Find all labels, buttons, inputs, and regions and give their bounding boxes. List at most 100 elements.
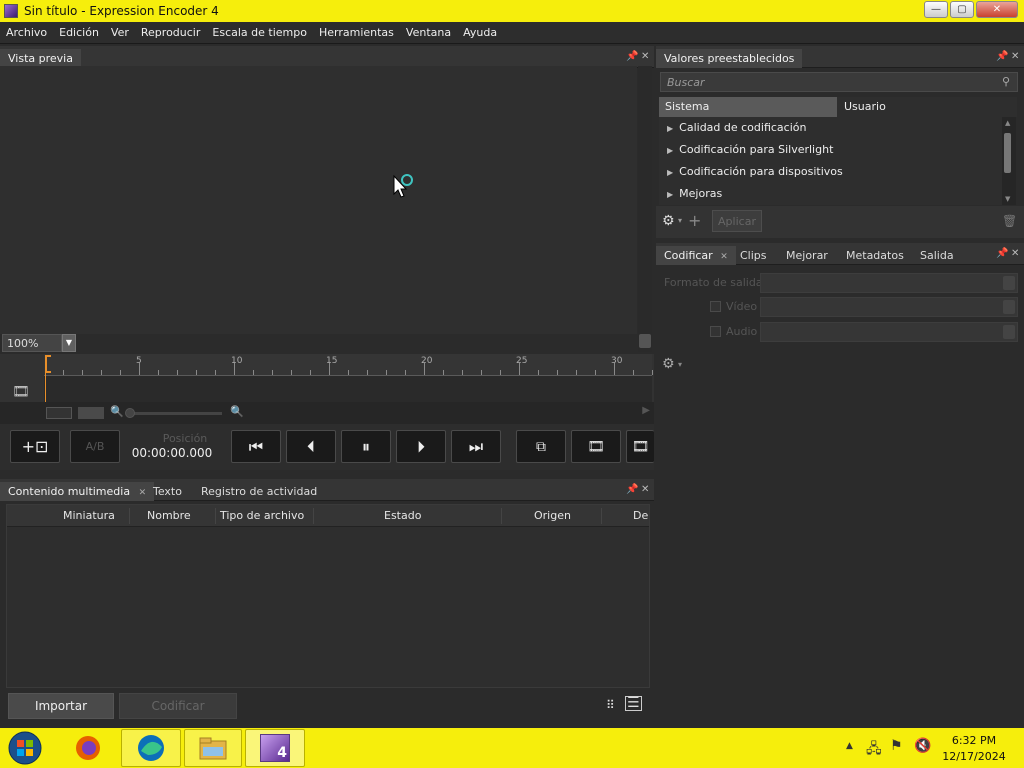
zoom-in-icon[interactable]: 🔍 — [230, 405, 244, 418]
next-frame-button[interactable]: ⏵ — [396, 430, 446, 463]
grid-header: Miniatura Nombre Tipo de archivo Estado … — [7, 505, 649, 527]
tab-contenido-multimedia[interactable]: Contenido multimedia ✕ — [0, 482, 155, 501]
video-checkbox[interactable] — [710, 301, 721, 312]
gear-icon[interactable]: ⚙ — [662, 356, 675, 372]
plus-icon[interactable]: + — [688, 211, 701, 230]
menu-escala-de-tiempo[interactable]: Escala de tiempo — [206, 26, 313, 39]
tab-clips[interactable]: Clips — [732, 246, 775, 265]
output-format-field[interactable] — [760, 273, 1018, 293]
fit-timeline-button[interactable] — [46, 407, 72, 419]
audio-field[interactable] — [760, 322, 1018, 342]
column-tipo-de-archivo[interactable]: Tipo de archivo — [220, 509, 304, 522]
close-icon[interactable]: ✕ — [1011, 248, 1019, 259]
tab-texto[interactable]: Texto — [145, 482, 190, 501]
action-center-icon[interactable]: ⚑ — [890, 738, 903, 754]
previous-frame-button[interactable]: ⏴ — [286, 430, 336, 463]
add-marker-button[interactable]: +⊡ — [10, 430, 60, 463]
column-miniatura[interactable]: Miniatura — [63, 509, 115, 522]
encode-button[interactable]: Codificar — [119, 693, 237, 719]
volume-muted-icon[interactable]: 🔇 — [914, 738, 931, 754]
list-item[interactable]: ▶ Mejoras — [667, 183, 722, 205]
film-icon[interactable]: 🎞 — [626, 430, 654, 463]
column-nombre[interactable]: Nombre — [147, 509, 191, 522]
menu-edicion[interactable]: Edición — [53, 26, 105, 39]
menu-ver[interactable]: Ver — [105, 26, 135, 39]
taskbar-file-explorer[interactable] — [184, 729, 242, 767]
preview-scrollbar[interactable] — [638, 66, 652, 352]
split-clip-button[interactable]: ⧉ — [516, 430, 566, 463]
pin-icon[interactable]: 📌 — [626, 51, 638, 62]
list-view-icon[interactable]: ☰ — [625, 696, 642, 711]
presets-scrollbar[interactable]: ▲ ▼ — [1002, 117, 1016, 205]
menu-ventana[interactable]: Ventana — [400, 26, 457, 39]
taskbar-firefox[interactable] — [72, 733, 104, 763]
position-value[interactable]: 00:00:00.000 — [126, 446, 218, 460]
taskbar-expression-encoder[interactable]: 4 — [245, 729, 305, 767]
column-estado[interactable]: Estado — [384, 509, 421, 522]
timeline-ruler[interactable]: 5 10 15 20 25 30 — [44, 354, 653, 376]
close-icon[interactable]: ✕ — [641, 484, 649, 495]
timeline-zoom-slider[interactable] — [130, 412, 222, 415]
tab-valores-preestablecidos[interactable]: Valores preestablecidos — [656, 49, 803, 68]
zoom-out-icon[interactable]: 🔍 — [110, 405, 124, 418]
skip-to-start-button[interactable]: ⏮ — [231, 430, 281, 463]
gear-icon[interactable]: ⚙ — [662, 213, 675, 229]
audio-checkbox[interactable] — [710, 326, 721, 337]
tab-salida[interactable]: Salida — [912, 246, 962, 265]
pin-icon[interactable]: 📌 — [996, 248, 1008, 259]
minimize-button[interactable]: — — [924, 1, 948, 18]
media-grid[interactable]: Miniatura Nombre Tipo de archivo Estado … — [6, 504, 650, 688]
apply-button[interactable]: Aplicar — [712, 210, 762, 232]
close-icon[interactable]: ✕ — [1011, 51, 1019, 62]
pin-icon[interactable]: 📌 — [996, 51, 1008, 62]
timeline-track[interactable] — [44, 376, 652, 402]
taskbar-clock[interactable]: 6:32 PM 12/17/2024 — [937, 733, 1011, 765]
segment-sistema[interactable]: Sistema — [659, 97, 837, 117]
playhead[interactable] — [45, 355, 51, 373]
ab-compare-button[interactable]: A/B — [70, 430, 120, 463]
start-button[interactable] — [5, 729, 45, 767]
scroll-down-icon[interactable]: ▼ — [1005, 195, 1010, 203]
taskbar-edge[interactable] — [121, 729, 181, 767]
column-origen[interactable]: Origen — [534, 509, 571, 522]
list-item[interactable]: ▶ Codificación para Silverlight — [667, 139, 833, 161]
menu-herramientas[interactable]: Herramientas — [313, 26, 400, 39]
expand-timeline-button[interactable] — [78, 407, 104, 419]
trash-icon[interactable]: 🗑 — [1002, 214, 1017, 228]
tab-mejorar[interactable]: Mejorar — [778, 246, 836, 265]
scroll-thumb[interactable] — [1004, 133, 1011, 173]
network-icon[interactable]: 🖧 — [866, 738, 882, 762]
scroll-right-icon[interactable]: ▶ — [642, 405, 650, 416]
grid-view-icon[interactable]: ⠿ — [606, 698, 615, 712]
import-button[interactable]: Importar — [8, 693, 114, 719]
tab-metadatos[interactable]: Metadatos — [838, 246, 912, 265]
trim-clip-button[interactable]: 🎞 — [571, 430, 621, 463]
close-window-button[interactable]: ✕ — [976, 1, 1018, 18]
chevron-down-icon[interactable]: ▾ — [678, 360, 682, 369]
column-de[interactable]: De — [633, 509, 648, 522]
segment-usuario[interactable]: Usuario — [837, 97, 1017, 117]
close-icon[interactable]: ✕ — [641, 51, 649, 62]
menu-archivo[interactable]: Archivo — [0, 26, 53, 39]
skip-to-end-button[interactable]: ⏭ — [451, 430, 501, 463]
scroll-up-icon[interactable]: ▲ — [1005, 119, 1010, 127]
zoom-select[interactable]: 100% — [2, 334, 62, 352]
menu-reproducir[interactable]: Reproducir — [135, 26, 207, 39]
preview-area[interactable] — [0, 66, 637, 334]
pin-icon[interactable]: 📌 — [626, 484, 638, 495]
timeline-zoom-knob[interactable] — [125, 408, 135, 418]
show-hidden-icons[interactable]: ▲ — [846, 741, 853, 751]
list-item[interactable]: ▶ Codificación para dispositivos — [667, 161, 843, 183]
tab-codificar[interactable]: Codificar ✕ — [656, 246, 736, 265]
chevron-down-icon[interactable]: ▼ — [62, 334, 76, 352]
video-field[interactable] — [760, 297, 1018, 317]
close-icon[interactable]: ✕ — [720, 252, 728, 262]
search-icon[interactable]: ⚲ — [1002, 75, 1010, 88]
maximize-button[interactable]: ▢ — [950, 1, 974, 18]
pause-button[interactable]: ⏸ — [341, 430, 391, 463]
chevron-down-icon[interactable]: ▾ — [678, 216, 682, 225]
tab-registro-de-actividad[interactable]: Registro de actividad — [193, 482, 325, 501]
menu-ayuda[interactable]: Ayuda — [457, 26, 503, 39]
list-item[interactable]: ▶ Calidad de codificación — [667, 117, 806, 139]
presets-search-input[interactable]: Buscar — [660, 72, 1018, 92]
